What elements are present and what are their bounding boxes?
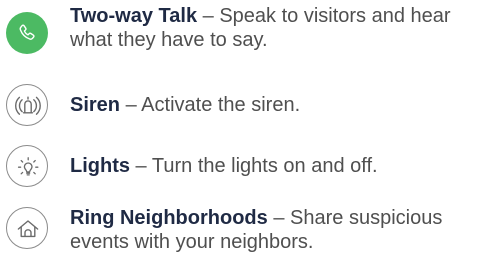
feature-title: Two-way Talk xyxy=(70,5,198,27)
feature-separator: – xyxy=(130,155,152,177)
feature-text: Lights – Turn the lights on and off. xyxy=(70,154,490,178)
feature-title: Lights xyxy=(70,155,130,177)
feature-text: Ring Neighborhoods – Share suspicious ev… xyxy=(70,206,490,254)
feature-lights: Lights – Turn the lights on and off. xyxy=(0,145,496,187)
feature-text: Two-way Talk – Speak to visitors and hea… xyxy=(70,4,490,52)
feature-two-way-talk: Two-way Talk – Speak to visitors and hea… xyxy=(0,0,496,60)
feature-description: Activate the siren. xyxy=(141,94,301,116)
feature-separator: – xyxy=(120,94,142,116)
feature-title: Siren xyxy=(70,94,121,116)
feature-siren: Siren – Activate the siren. xyxy=(0,84,496,126)
feature-separator: – xyxy=(267,207,291,229)
feature-description: Turn the lights on and off. xyxy=(151,155,378,177)
feature-text: Siren – Activate the siren. xyxy=(70,93,490,117)
lightbulb-icon xyxy=(6,145,48,187)
phone-icon xyxy=(6,12,48,54)
feature-title: Ring Neighborhoods xyxy=(70,207,268,229)
siren-icon xyxy=(6,84,48,126)
house-icon xyxy=(6,207,48,249)
feature-ring-neighborhoods: Ring Neighborhoods – Share suspicious ev… xyxy=(0,207,496,263)
feature-separator: – xyxy=(197,5,220,27)
